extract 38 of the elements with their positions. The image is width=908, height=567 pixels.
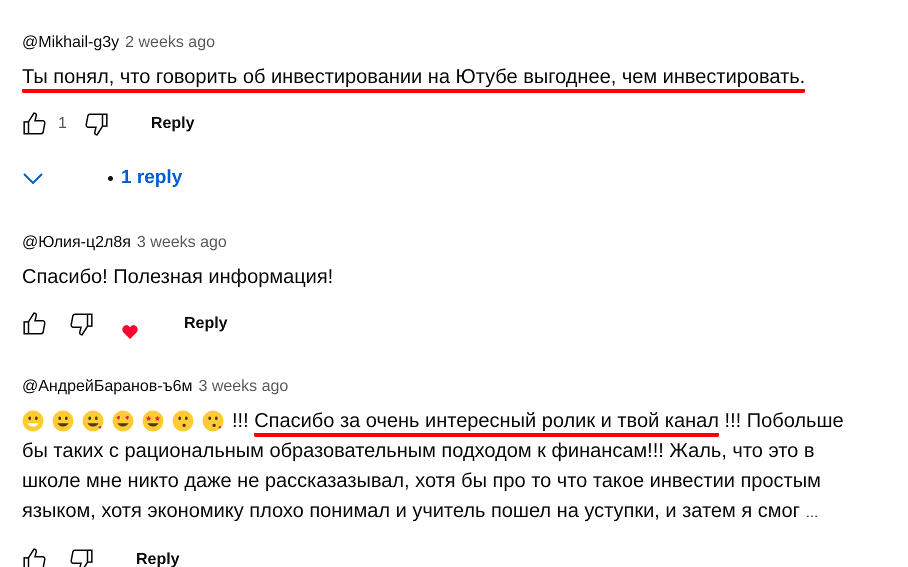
comment-text: Спасибо! Полезная информация! bbox=[22, 265, 334, 290]
like-count: 1 bbox=[58, 115, 67, 133]
like-button[interactable] bbox=[22, 547, 48, 567]
comment-author[interactable]: @Юлия-ц2л8я bbox=[22, 234, 131, 252]
thumbs-up-icon bbox=[22, 547, 48, 567]
reply-button[interactable]: Reply bbox=[136, 551, 180, 567]
like-button[interactable] bbox=[22, 311, 48, 337]
comment-text: школе мне никто даже не рассказазывал, хотя бы про то что такое инвестии простым bbox=[22, 469, 821, 494]
reply-button[interactable]: Reply bbox=[184, 315, 228, 333]
like-button[interactable] bbox=[22, 111, 48, 137]
comment-time: 2 weeks ago bbox=[125, 34, 215, 52]
comment-text: !!! Спасибо за очень интересный ролик и твой канал !!! Побольше bbox=[232, 406, 844, 436]
dislike-button[interactable] bbox=[82, 111, 109, 137]
reply-button[interactable]: Reply bbox=[150, 115, 194, 133]
comment-author[interactable]: @АндрейБаранов-ъ6м bbox=[22, 378, 192, 396]
kissing-heart-face-icon bbox=[202, 410, 224, 432]
comment-time: 3 weeks ago bbox=[136, 234, 227, 252]
thumbs-up-icon bbox=[22, 111, 48, 137]
kissing-face-icon bbox=[172, 410, 194, 432]
replies-link[interactable]: 1 reply bbox=[121, 167, 182, 189]
comment-text: языком, хотя экономику плохо понимал и учитель пошел на уступки, и затем я смог … bbox=[22, 499, 818, 524]
dislike-button[interactable] bbox=[68, 547, 94, 567]
thumbs-down-icon bbox=[82, 111, 109, 137]
thumbs-up-icon bbox=[22, 311, 48, 337]
comment-author[interactable]: @Mikhail-g3y bbox=[22, 34, 120, 52]
comment-text: Ты понял, что говорить об инвестировании на Ютубе выгоднее, чем инвестировать. bbox=[22, 62, 806, 92]
comment-time: 3 weeks ago bbox=[198, 378, 288, 396]
thumbs-down-icon bbox=[68, 547, 94, 567]
hearts-face-icon bbox=[82, 410, 104, 432]
dislike-button[interactable] bbox=[68, 311, 94, 337]
grinning-face-icon bbox=[22, 410, 44, 432]
thumbs-down-icon bbox=[68, 311, 94, 337]
star-eyes-face-icon bbox=[142, 410, 164, 432]
bullet-dot bbox=[108, 176, 113, 180]
smiling-face-icon bbox=[52, 410, 74, 432]
heart-eyes-face-icon bbox=[112, 410, 134, 432]
chevron-down-icon[interactable] bbox=[22, 171, 44, 185]
comment-text: бы таких с рациональным образовательным подходом к финансам!!! Жаль, что это в bbox=[22, 439, 814, 464]
